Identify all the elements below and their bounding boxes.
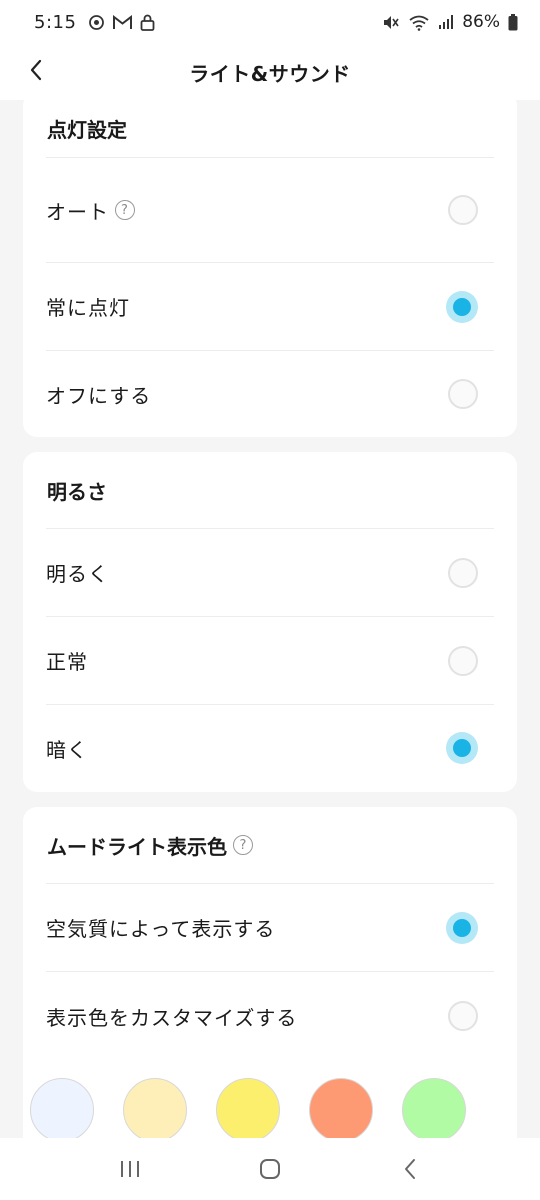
- battery-percent: 86%: [462, 12, 500, 32]
- mute-icon: [384, 15, 399, 29]
- back-icon: [405, 1159, 415, 1179]
- color-swatch[interactable]: [216, 1078, 280, 1142]
- radio-unselected[interactable]: [448, 379, 478, 409]
- lighting-title-text: 点灯設定: [47, 118, 127, 142]
- option-label: 暗く: [46, 737, 88, 762]
- recents-button[interactable]: [110, 1149, 150, 1189]
- recents-icon: [121, 1161, 139, 1177]
- gmail-icon: [113, 14, 133, 29]
- brightness-option-normal[interactable]: 正常: [46, 617, 494, 705]
- mood-option-air-quality[interactable]: 空気質によって表示する: [46, 884, 494, 972]
- radio-unselected[interactable]: [448, 557, 478, 588]
- option-label: オート: [46, 199, 109, 224]
- brightness-option-dim[interactable]: 暗く: [46, 705, 494, 791]
- color-swatch[interactable]: [402, 1078, 466, 1142]
- color-swatches: [30, 1078, 466, 1142]
- option-label: 正常: [46, 650, 88, 674]
- lighting-card: 点灯設定 オート ? 常に点灯 オフにする: [23, 92, 517, 437]
- radio-selected[interactable]: [446, 911, 478, 944]
- battery-icon: [508, 13, 518, 30]
- lock-icon: [141, 14, 155, 31]
- color-swatch[interactable]: [309, 1078, 373, 1142]
- status-time: 5:15: [34, 11, 77, 33]
- option-label: 明るく: [46, 562, 109, 586]
- radio-selected[interactable]: [446, 732, 478, 764]
- option-label: 表示色をカスタマイズする: [46, 1005, 298, 1030]
- sync-icon: [89, 14, 105, 30]
- status-bar: 5:15 86%: [0, 0, 540, 44]
- option-label: 空気質によって表示する: [46, 917, 276, 941]
- back-button[interactable]: [22, 56, 50, 84]
- radio-unselected[interactable]: [448, 645, 478, 676]
- help-icon[interactable]: ?: [115, 200, 135, 220]
- brightness-option-bright[interactable]: 明るく: [46, 529, 494, 617]
- brightness-card: 明るさ 明るく 正常 暗く: [23, 452, 517, 792]
- brightness-title-text: 明るさ: [47, 479, 107, 504]
- radio-unselected[interactable]: [448, 195, 478, 225]
- mood-option-custom[interactable]: 表示色をカスタマイズする: [46, 972, 494, 1060]
- home-icon: [260, 1159, 280, 1179]
- home-button[interactable]: [250, 1149, 290, 1189]
- lighting-title: 点灯設定: [46, 92, 494, 158]
- nav-back-button[interactable]: [390, 1149, 430, 1189]
- radio-unselected[interactable]: [448, 1001, 478, 1031]
- wifi-icon: [409, 15, 429, 31]
- color-swatch[interactable]: [30, 1078, 94, 1142]
- page-title: ライト&サウンド: [189, 61, 351, 86]
- help-icon[interactable]: ?: [233, 835, 253, 855]
- mood-light-title-text: ムードライト表示色: [47, 834, 227, 859]
- system-nav-bar: [0, 1138, 540, 1200]
- lighting-option-auto[interactable]: オート ?: [46, 158, 494, 263]
- color-swatch[interactable]: [123, 1078, 187, 1142]
- radio-selected[interactable]: [446, 290, 478, 323]
- chevron-left-icon: [30, 59, 42, 81]
- option-label: オフにする: [46, 383, 152, 408]
- signal-icon: [439, 15, 454, 29]
- brightness-title: 明るさ: [46, 452, 494, 529]
- lighting-option-off[interactable]: オフにする: [46, 351, 494, 437]
- mood-light-title: ムードライト表示色 ?: [46, 807, 494, 884]
- lighting-option-always-on[interactable]: 常に点灯: [46, 263, 494, 351]
- option-label: 常に点灯: [46, 296, 130, 320]
